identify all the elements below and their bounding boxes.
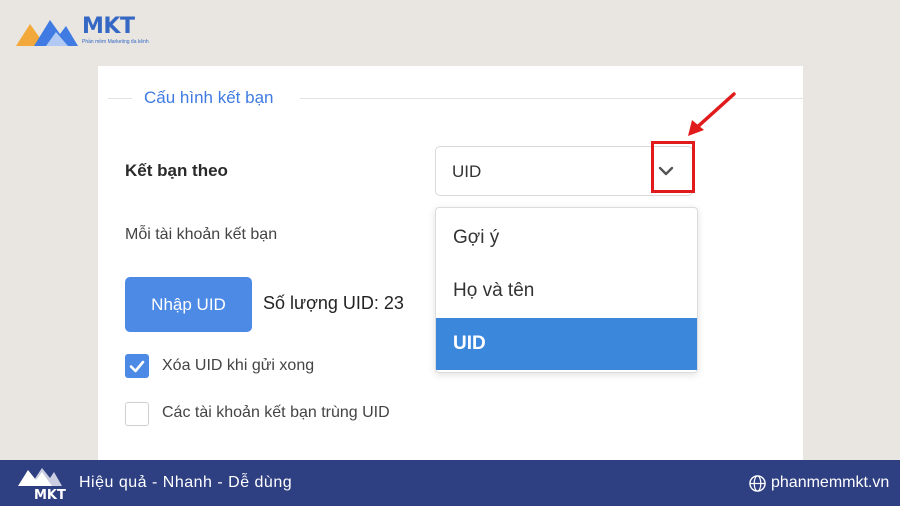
checkmark-icon (129, 360, 145, 373)
logo-text: MKT (82, 14, 135, 39)
section-legend: Cấu hình kết bạn (144, 88, 274, 107)
logo-subtext: Phần mềm Marketing đa kênh (82, 39, 149, 45)
menu-option-suggest[interactable]: Gợi ý (436, 212, 697, 264)
duplicate-uid-label: Các tài khoản kết bạn trùng UID (162, 404, 390, 421)
footer-logo-text: MKT (34, 488, 66, 503)
footer-banner: MKT Hiệu quả - Nhanh - Dễ dùng phanmemmk… (0, 460, 900, 506)
footer-logo: MKT (16, 464, 66, 504)
footer-website-link[interactable]: phanmemmkt.vn (771, 474, 889, 492)
legend-divider-left (108, 98, 132, 99)
uid-count: Số lượng UID: 23 (263, 293, 404, 313)
per-account-label: Mỗi tài khoản kết bạn (125, 226, 278, 243)
annotation-highlight-box (651, 141, 695, 193)
delete-uid-checkbox[interactable] (125, 354, 149, 378)
duplicate-uid-checkbox[interactable] (125, 402, 149, 426)
globe-icon (749, 475, 766, 492)
red-arrow-icon (688, 92, 736, 136)
menu-option-uid[interactable]: UID (436, 318, 697, 370)
delete-uid-label: Xóa UID khi gửi xong (162, 357, 315, 374)
menu-option-fullname[interactable]: Họ và tên (436, 265, 697, 317)
footer-slogan: Hiệu quả - Nhanh - Dễ dùng (79, 474, 293, 491)
mkt-logo: MKT Phần mềm Marketing đa kênh (16, 14, 149, 48)
mkt-logo-mountains-icon (16, 20, 78, 46)
select-value: UID (452, 162, 482, 181)
import-uid-button[interactable]: Nhập UID (125, 277, 252, 332)
friend-by-label: Kết bạn theo (125, 161, 228, 180)
footer-logo-mountains-icon (18, 468, 62, 486)
friend-by-dropdown-menu: Gợi ý Họ và tên UID (435, 207, 698, 373)
